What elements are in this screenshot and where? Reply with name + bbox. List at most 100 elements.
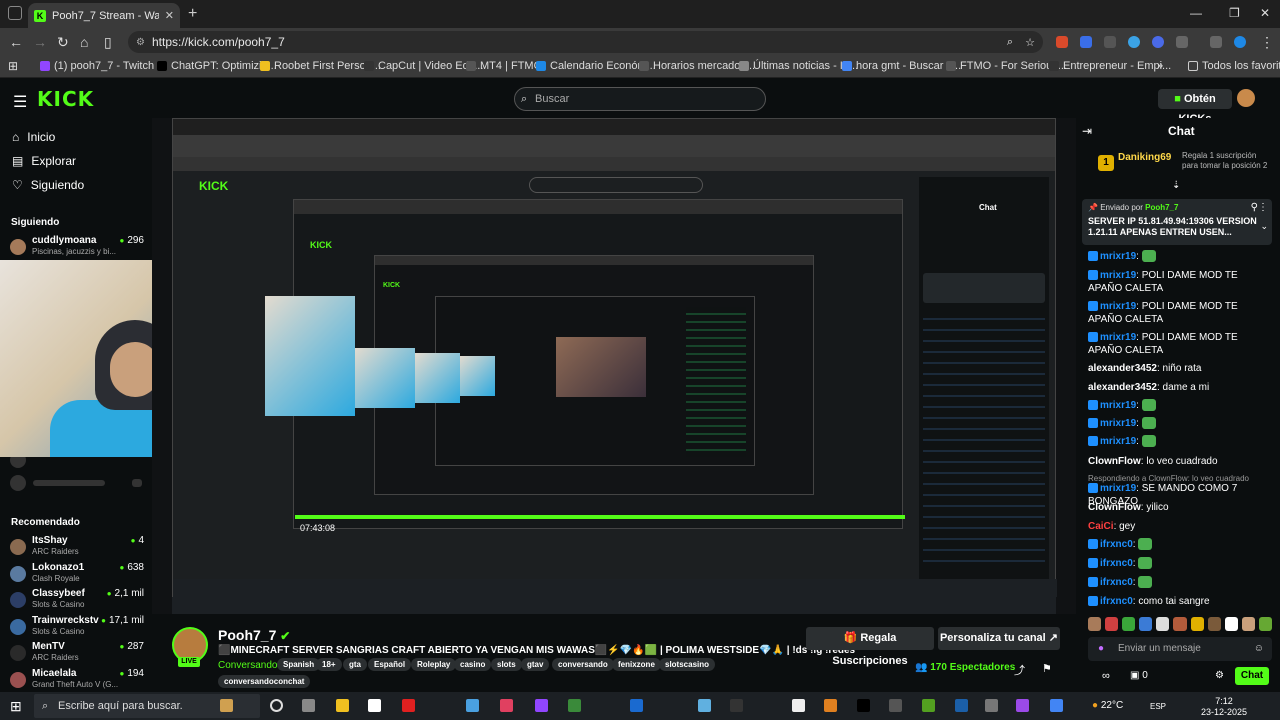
media-control-icon[interactable] [1210, 36, 1222, 48]
report-icon[interactable]: ⚑ [1042, 662, 1052, 675]
extension-icon[interactable] [1152, 36, 1164, 48]
chat-message[interactable]: ifrxnc0: [1088, 538, 1272, 551]
chat-message[interactable]: ifrxnc0: [1088, 576, 1272, 589]
emote-icon[interactable] [1190, 617, 1204, 631]
bookmark-item[interactable]: (1) pooh7_7 - Twitch [40, 60, 154, 72]
gift-user[interactable]: Daniking69 [1118, 152, 1171, 163]
bookmark-star-icon[interactable]: ☆ [1025, 36, 1035, 49]
taskbar-app-icon[interactable] [466, 699, 479, 712]
chat-message[interactable]: alexander3452: dame a mi [1088, 381, 1272, 394]
chat-message[interactable]: ifrxnc0: [1088, 557, 1272, 570]
profile-avatar[interactable] [1234, 36, 1246, 48]
recommended-channel[interactable]: Lokonazo1Clash Royale 638 [10, 562, 144, 588]
get-kicks-button[interactable]: ■ Obtén KICKs [1158, 89, 1232, 125]
emote-icon[interactable] [1258, 617, 1273, 631]
scroll-down-icon[interactable]: ⇣ [1172, 180, 1180, 191]
taskbar-app-icon[interactable] [630, 699, 643, 712]
sidebar-item-inicio[interactable]: ⌂ Inicio [12, 130, 55, 144]
chat-username[interactable]: mrixr19 [1100, 270, 1136, 281]
recommended-channel[interactable]: TrainwreckstvSlots & Casino 17,1 mil [10, 615, 144, 641]
gift-subscriptions-button[interactable]: 🎁 Regala Suscripciones [806, 627, 934, 667]
chat-message[interactable]: mrixr19: POLI DAME MOD TE APAÑO CALETA [1088, 269, 1272, 295]
following-channel[interactable]: cuddlymoana Piscinas, jacuzzis y bi... 2… [10, 235, 144, 261]
share-icon[interactable]: ⤴ [1014, 662, 1025, 678]
chat-message[interactable]: mrixr19: [1088, 399, 1272, 412]
stream-tag[interactable]: conversandoconchat [218, 675, 311, 688]
maximize-icon[interactable]: ❐ [1229, 6, 1240, 20]
chat-settings-icon[interactable]: ⚙ [1215, 670, 1224, 681]
chat-message[interactable]: ClownFlow: yilico [1088, 501, 1272, 514]
chat-username[interactable]: CaiCi [1088, 521, 1114, 532]
chat-username[interactable]: mrixr19 [1100, 436, 1136, 447]
taskbar-clock[interactable]: 7:12 23-12-2025 [1201, 696, 1247, 718]
bookmark-item[interactable]: Entrepreneur - Empi... [1049, 60, 1171, 72]
notepad-icon[interactable] [368, 699, 381, 712]
stream-tag[interactable]: casino [454, 658, 492, 671]
chat-username[interactable]: alexander3452 [1088, 363, 1157, 374]
chrome-icon[interactable] [1050, 699, 1063, 712]
taskbar-app-icon[interactable] [1016, 699, 1029, 712]
chat-username[interactable]: alexander3452 [1088, 382, 1157, 393]
bookmark-item[interactable]: MT4 | FTMO [466, 60, 542, 72]
kick-logo[interactable]: KICK [37, 87, 94, 111]
taskbar-app-icon[interactable] [889, 699, 902, 712]
chat-username[interactable]: mrixr19 [1100, 251, 1136, 262]
bookmark-item[interactable]: Horarios mercados... [639, 60, 755, 72]
stream-tag[interactable]: 18+ [316, 658, 342, 671]
chat-message[interactable]: mrixr19: [1088, 417, 1272, 430]
bookmark-item[interactable]: Últimas noticias - In... [739, 60, 858, 72]
stream-tag[interactable]: Roleplay [411, 658, 457, 671]
url-bar[interactable]: ⚙ https://kick.com/pooh7_7 ⌕ ☆ [128, 31, 1043, 53]
chat-message[interactable]: mrixr19: POLI DAME MOD TE APAÑO CALETA [1088, 331, 1272, 357]
twitch-icon[interactable] [535, 699, 548, 712]
task-view-icon[interactable] [270, 699, 283, 712]
pin-more-icon[interactable]: ⋮ [1258, 202, 1268, 213]
emote-icon[interactable] [1173, 617, 1187, 631]
extensions-puzzle-icon[interactable] [1176, 36, 1188, 48]
forward-icon[interactable]: → [33, 34, 47, 50]
recommended-channel[interactable]: MicaelalaGrand Theft Auto V (G...194 [10, 668, 144, 694]
emote-icon[interactable] [1088, 617, 1102, 631]
steam-icon[interactable] [955, 699, 968, 712]
extension-icon[interactable] [1056, 36, 1068, 48]
language-indicator[interactable]: ESP [1150, 702, 1166, 711]
chat-username[interactable]: mrixr19 [1100, 301, 1136, 312]
tab-actions-icon[interactable] [8, 6, 22, 20]
chat-send-button[interactable]: Chat [1235, 667, 1269, 685]
emote-icon[interactable] [1122, 617, 1136, 631]
extension-icon[interactable] [1104, 36, 1116, 48]
bookmark-item[interactable]: hora gmt - Buscar c... [842, 60, 961, 72]
chat-message[interactable]: mrixr19: [1088, 435, 1272, 448]
taskbar-app-icon[interactable] [302, 699, 315, 712]
streamer-name[interactable]: Pooh7_7 ✔ [218, 627, 290, 643]
close-window-icon[interactable]: ✕ [1260, 6, 1270, 20]
chat-username[interactable]: ifrxnc0 [1100, 558, 1133, 569]
chat-username[interactable]: mrixr19 [1100, 483, 1136, 494]
minimize-icon[interactable]: — [1190, 6, 1202, 20]
taskbar-app-icon[interactable] [568, 699, 581, 712]
back-icon[interactable]: ← [9, 34, 23, 50]
windows-start-icon[interactable]: ⊞ [10, 698, 22, 715]
user-avatar[interactable] [1237, 89, 1255, 107]
stream-tag[interactable]: gta [343, 658, 367, 671]
chat-username[interactable]: mrixr19 [1100, 400, 1136, 411]
site-info-icon[interactable]: ⚙ [136, 37, 145, 48]
emote-icon[interactable] [1241, 617, 1255, 631]
stream-tag[interactable]: gtav [521, 658, 550, 671]
chat-username[interactable]: ifrxnc0 [1100, 577, 1133, 588]
emote-icon[interactable] [1139, 617, 1153, 631]
play-pause-icon[interactable] [300, 527, 306, 533]
home-browser-icon[interactable]: ⌂ [80, 34, 88, 50]
tiktok-icon[interactable] [857, 699, 870, 712]
taskbar-app-icon[interactable] [824, 699, 837, 712]
reload-icon[interactable]: ↻ [57, 34, 69, 51]
all-favorites-folder[interactable]: Todos los favoritos [1188, 60, 1280, 72]
chat-username[interactable]: mrixr19 [1100, 332, 1136, 343]
extension-icon[interactable] [1128, 36, 1140, 48]
stream-tag[interactable]: slotscasino [659, 658, 716, 671]
chat-username[interactable]: ifrxnc0 [1100, 539, 1133, 550]
stream-category[interactable]: Conversando [218, 660, 277, 671]
recommended-channel[interactable]: MenTVARC Raiders 287 [10, 641, 144, 667]
chat-message[interactable]: mrixr19: POLI DAME MOD TE APAÑO CALETA [1088, 300, 1272, 326]
sidebar-item-explorar[interactable]: ▤ Explorar [12, 154, 76, 168]
